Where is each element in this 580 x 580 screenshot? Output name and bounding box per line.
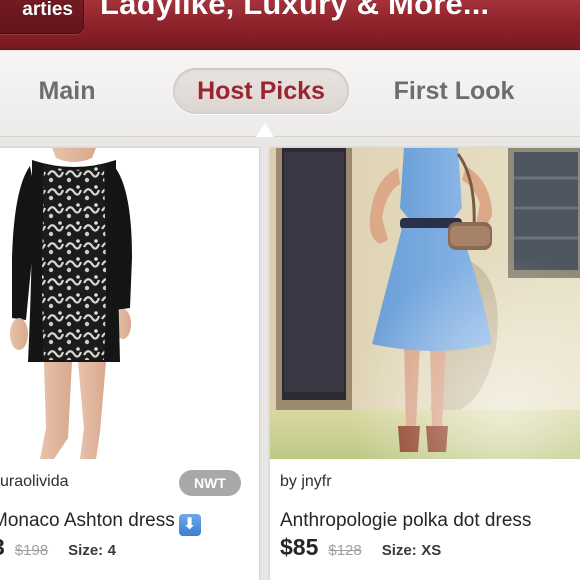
tab-first-look[interactable]: First Look [384,68,524,114]
segmented-tab-bar: Main Host Picks First Look [0,51,580,137]
price-line: 3 $198 Size: 4 [0,534,116,561]
size-value: 4 [107,542,116,559]
size-label: Size: [381,542,417,559]
tab-main[interactable]: Main [22,68,112,114]
listing-price: $85 [280,534,319,560]
listing-title[interactable]: Anthropologie polka dot dress [280,510,531,532]
listing-title-text: Monaco Ashton dress [0,510,175,531]
active-tab-pointer [256,123,274,137]
info-arrow-icon: ⬇ [178,514,201,536]
size-label: Size: [68,542,104,559]
back-button[interactable]: arties [0,0,84,34]
listing-card[interactable]: by jnyfr Anthropologie polka dot dress $… [270,148,580,580]
listing-photo[interactable] [270,148,580,459]
original-price: $198 [14,542,49,559]
dress-photo-illustration [0,148,259,459]
listing-title[interactable]: Monaco Ashton dress ⬇ [0,510,201,536]
nwt-badge: NWT [179,470,241,496]
original-price: $128 [328,542,362,559]
size-value: XS [421,542,442,559]
top-navigation-bar: arties Ladylike, Luxury & More... [0,0,580,50]
listing-card[interactable]: uraolivida NWT Monaco Ashton dress⬇ 3 $1… [0,148,259,580]
back-button-label: arties [22,0,73,20]
listing-price: 3 [0,534,5,561]
page-title: Ladylike, Luxury & More... [100,0,490,21]
price-line: $85 $128 Size: XS [280,534,441,561]
dress-photo-illustration [270,148,580,459]
seller-name[interactable]: by jnyfr [280,473,332,491]
listing-photo[interactable] [0,148,259,459]
tab-host-picks[interactable]: Host Picks [173,68,349,114]
seller-name[interactable]: uraolivida [0,473,68,491]
